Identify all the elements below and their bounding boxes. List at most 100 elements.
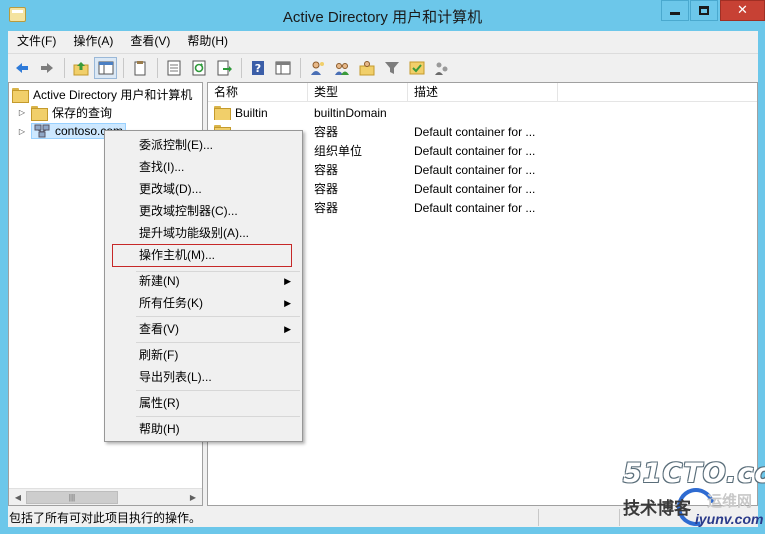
toolbar-separator bbox=[241, 57, 242, 78]
menu-view[interactable]: 查看(V) bbox=[121, 31, 178, 52]
item-description: Default container for ... bbox=[414, 143, 536, 158]
context-menu: 委派控制(E)... 查找(I)... 更改域(D)... 更改域控制器(C).… bbox=[104, 130, 303, 442]
menu-item-change-domain[interactable]: 更改域(D)... bbox=[108, 178, 299, 200]
minimize-button[interactable] bbox=[661, 0, 689, 21]
view-button[interactable] bbox=[271, 57, 294, 79]
ou-icon bbox=[409, 61, 424, 74]
menu-item-all-tasks[interactable]: 所有任务(K) ▶ bbox=[108, 292, 299, 314]
tree-item-saved-queries[interactable]: ▷ 保存的查询 bbox=[17, 103, 112, 121]
highlight-box bbox=[112, 244, 292, 267]
back-button[interactable] bbox=[10, 57, 33, 79]
delegate-button[interactable] bbox=[430, 57, 453, 79]
item-description: Default container for ... bbox=[414, 200, 536, 215]
column-header-filler bbox=[558, 83, 757, 102]
new-group-button[interactable] bbox=[330, 57, 353, 79]
forward-button[interactable] bbox=[35, 57, 58, 79]
tree-root[interactable]: Active Directory 用户和计算机 bbox=[12, 85, 192, 103]
users-icon bbox=[334, 62, 349, 75]
console-tree-button[interactable] bbox=[94, 56, 117, 79]
back-icon bbox=[15, 62, 28, 73]
expand-arrow-icon[interactable]: ▷ bbox=[17, 108, 27, 117]
menu-bar: 文件(F) 操作(A) 查看(V) 帮助(H) bbox=[8, 31, 758, 52]
close-icon: ✕ bbox=[737, 3, 748, 18]
menu-item-change-domain-controller[interactable]: 更改域控制器(C)... bbox=[108, 200, 299, 222]
menu-item-new[interactable]: 新建(N) ▶ bbox=[108, 270, 299, 292]
maximize-button[interactable] bbox=[690, 0, 718, 21]
new-user-button[interactable] bbox=[305, 57, 328, 79]
scroll-right-icon[interactable]: ▶ bbox=[186, 491, 200, 504]
watermark-text: 技术博客 bbox=[623, 499, 691, 518]
menu-item-label: 所有任务(K) bbox=[139, 296, 203, 310]
expand-arrow-icon[interactable]: ▷ bbox=[17, 127, 27, 136]
menu-separator bbox=[136, 416, 300, 417]
close-button[interactable]: ✕ bbox=[720, 0, 765, 21]
export-button[interactable] bbox=[212, 57, 235, 79]
clipboard-button[interactable] bbox=[128, 57, 151, 79]
list-item[interactable]: Builtin builtinDomain bbox=[208, 103, 568, 122]
submenu-arrow-icon: ▶ bbox=[284, 298, 291, 308]
menu-item-find[interactable]: 查找(I)... bbox=[108, 156, 299, 178]
item-type: 容器 bbox=[314, 125, 339, 139]
menu-action[interactable]: 操作(A) bbox=[64, 31, 121, 52]
user-icon bbox=[310, 61, 324, 75]
watermark-text: 51CTO.com bbox=[623, 458, 765, 489]
status-text: 包括了所有可对此项目执行的操作。 bbox=[9, 511, 202, 525]
view-icon bbox=[275, 61, 290, 74]
watermark: 51CTO.com 技术博客 运维网 iyunv.com bbox=[619, 458, 765, 534]
item-type: 容器 bbox=[314, 182, 339, 196]
up-folder-button[interactable] bbox=[69, 57, 92, 79]
menu-item-label: 新建(N) bbox=[139, 274, 180, 288]
menu-file[interactable]: 文件(F) bbox=[8, 31, 64, 52]
item-type: 容器 bbox=[314, 201, 339, 215]
folder-icon bbox=[214, 106, 231, 120]
column-header-name[interactable]: 名称 bbox=[208, 83, 308, 102]
domain-icon bbox=[34, 124, 50, 138]
new-ou-button[interactable] bbox=[355, 57, 378, 79]
svg-text:?: ? bbox=[254, 62, 260, 75]
tree-item-label: 保存的查询 bbox=[52, 105, 113, 120]
clipboard-icon bbox=[134, 60, 145, 75]
submenu-arrow-icon: ▶ bbox=[284, 324, 291, 334]
item-name: Builtin bbox=[235, 105, 268, 120]
forward-icon bbox=[40, 62, 53, 73]
refresh-icon bbox=[192, 60, 205, 75]
help-button[interactable]: ? bbox=[246, 57, 269, 79]
menu-item-view[interactable]: 查看(V) ▶ bbox=[108, 318, 299, 340]
menu-item-label: 查看(V) bbox=[139, 322, 179, 336]
item-type: 组织单位 bbox=[314, 144, 363, 158]
title-bar[interactable]: Active Directory 用户和计算机 ✕ bbox=[0, 0, 765, 31]
menu-item-raise-functional-level[interactable]: 提升域功能级别(A)... bbox=[108, 222, 299, 244]
item-description: Default container for ... bbox=[414, 181, 536, 196]
column-header-type[interactable]: 类型 bbox=[308, 83, 408, 102]
column-header-description[interactable]: 描述 bbox=[408, 83, 558, 102]
scrollbar-thumb[interactable]: ||| bbox=[26, 491, 118, 504]
menu-separator bbox=[136, 390, 300, 391]
horizontal-scrollbar[interactable]: ◀ ||| ▶ bbox=[9, 488, 202, 505]
refresh-button[interactable] bbox=[187, 57, 210, 79]
properties-button[interactable] bbox=[162, 57, 185, 79]
minimize-icon bbox=[670, 12, 680, 15]
maximize-icon bbox=[699, 6, 709, 15]
toolbar-separator bbox=[157, 57, 158, 78]
menu-item-export-list[interactable]: 导出列表(L)... bbox=[108, 366, 299, 388]
toolbar: ? bbox=[8, 53, 758, 81]
aduc-root-icon bbox=[12, 87, 29, 103]
list-header: 名称 类型 描述 bbox=[208, 83, 757, 102]
menu-item-delegate-control[interactable]: 委派控制(E)... bbox=[108, 134, 299, 156]
folder-icon bbox=[31, 105, 48, 121]
status-divider bbox=[538, 509, 539, 526]
item-type: builtinDomain bbox=[314, 105, 387, 120]
menu-separator bbox=[136, 342, 300, 343]
app-window: Active Directory 用户和计算机 ✕ 文件(F) 操作(A) 查看… bbox=[0, 0, 765, 534]
filter-button[interactable] bbox=[380, 57, 403, 79]
properties-icon bbox=[167, 60, 180, 75]
console-tree-icon bbox=[98, 61, 113, 74]
menu-item-refresh[interactable]: 刷新(F) bbox=[108, 344, 299, 366]
scroll-left-icon[interactable]: ◀ bbox=[11, 491, 25, 504]
menu-item-properties[interactable]: 属性(R) bbox=[108, 392, 299, 414]
item-type: 容器 bbox=[314, 163, 339, 177]
window-title: Active Directory 用户和计算机 bbox=[282, 9, 483, 26]
add-to-group-button[interactable] bbox=[405, 57, 428, 79]
menu-help[interactable]: 帮助(H) bbox=[178, 31, 236, 52]
menu-item-help[interactable]: 帮助(H) bbox=[108, 418, 299, 440]
